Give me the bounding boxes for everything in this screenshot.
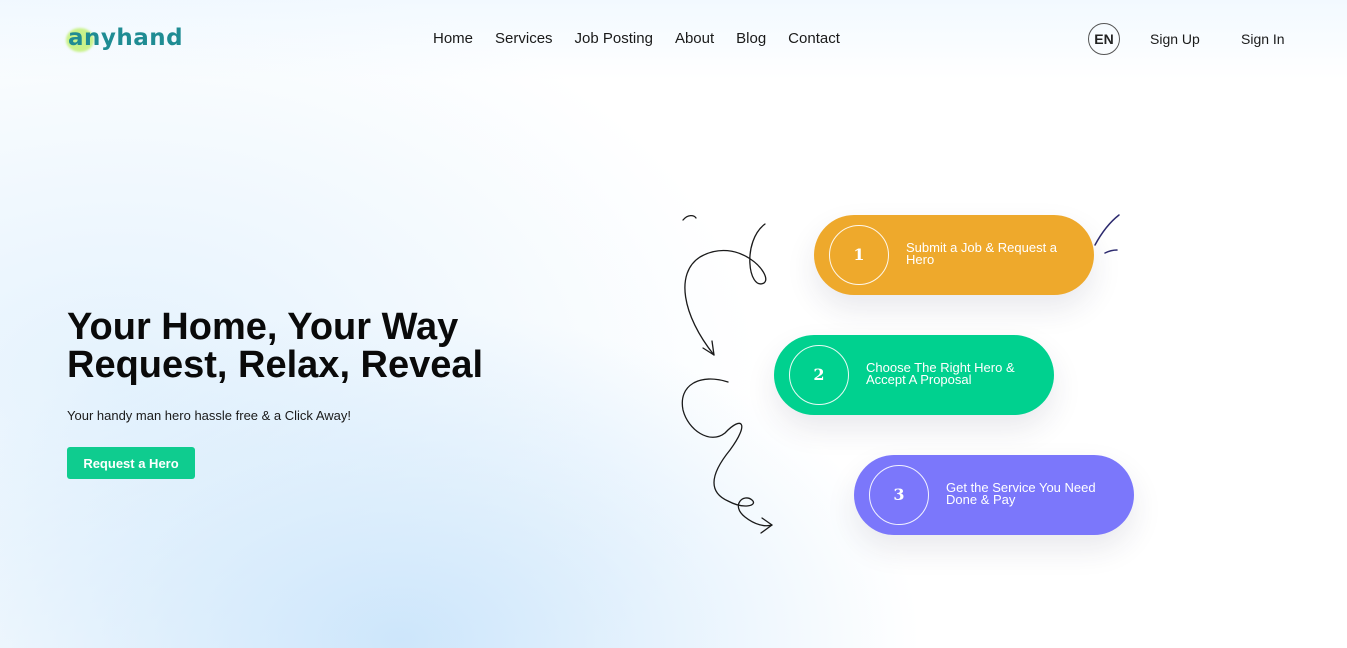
- sign-up-link[interactable]: Sign Up: [1150, 31, 1200, 47]
- language-selector[interactable]: EN: [1088, 23, 1120, 55]
- hero-title-line-1: Your Home, Your Way: [67, 306, 459, 348]
- step-text-2: Choose The Right Hero & Accept A Proposa…: [866, 360, 1015, 387]
- step-card-2: 2 Choose The Right Hero & Accept A Propo…: [774, 335, 1054, 415]
- nav-job-posting[interactable]: Job Posting: [575, 30, 653, 48]
- request-hero-button[interactable]: Request a Hero: [67, 447, 195, 479]
- site-header: anyhand Home Services Job Posting About …: [0, 0, 1347, 78]
- sign-in-link[interactable]: Sign In: [1241, 31, 1285, 47]
- doodle-arrows-icon: [681, 214, 773, 534]
- nav-about[interactable]: About: [675, 30, 714, 48]
- nav-services[interactable]: Services: [495, 30, 553, 48]
- nav-home[interactable]: Home: [433, 30, 473, 48]
- main-nav: Home Services Job Posting About Blog Con…: [433, 30, 862, 48]
- step-text-1: Submit a Job & Request a Hero: [906, 240, 1058, 267]
- spark-doodle-icon: [1094, 214, 1120, 254]
- logo-text: anyhand: [68, 25, 184, 51]
- hero-title-line-2: Request, Relax, Reveal: [67, 344, 484, 386]
- logo[interactable]: anyhand: [66, 24, 184, 52]
- step-number-3: 3: [869, 465, 929, 525]
- step-card-3: 3 Get the Service You Need Done & Pay: [854, 455, 1134, 535]
- step-number-2: 2: [789, 345, 849, 405]
- step-text-3: Get the Service You Need Done & Pay: [946, 480, 1096, 507]
- hero-subtitle: Your handy man hero hassle free & a Clic…: [67, 408, 351, 423]
- nav-blog[interactable]: Blog: [736, 30, 766, 48]
- step-number-1: 1: [829, 225, 889, 285]
- hero-title: Your Home, Your Way Request, Relax, Reve…: [67, 308, 483, 384]
- step-card-1: 1 Submit a Job & Request a Hero: [814, 215, 1094, 295]
- nav-contact[interactable]: Contact: [788, 30, 840, 48]
